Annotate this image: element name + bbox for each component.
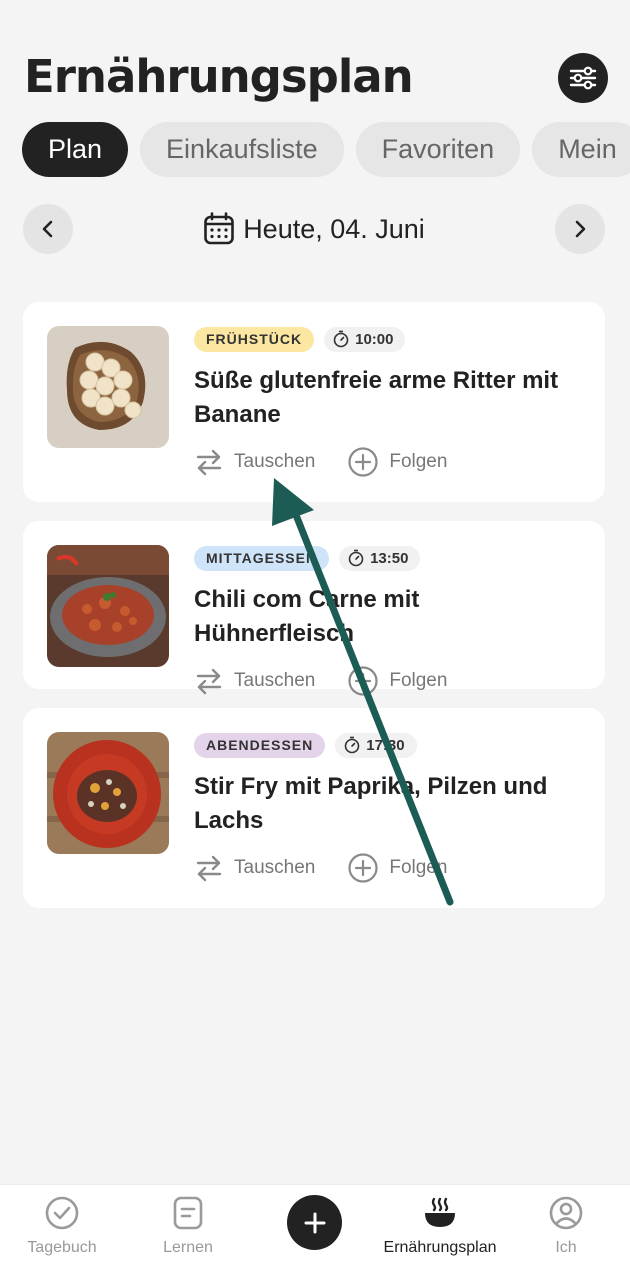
follow-button[interactable]: Folgen — [347, 446, 447, 478]
meal-image — [47, 326, 169, 448]
header: Ernährungsplan — [24, 48, 608, 108]
bowl-icon — [425, 1197, 455, 1227]
meal-image — [47, 545, 169, 667]
check-circle-icon — [45, 1196, 79, 1230]
meal-time-label: 10:00 — [355, 330, 394, 348]
meal-time: 17:30 — [335, 732, 417, 758]
document-icon — [173, 1196, 203, 1230]
swap-button[interactable]: Tauschen — [194, 852, 315, 884]
meal-title: Stir Fry mit Paprika, Pilzen und Lachs — [194, 773, 548, 834]
date-navigation: Heute, 04. Juni — [23, 204, 605, 254]
meal-title: Chili com Carne mit Hühnerfleisch — [194, 586, 420, 647]
add-button[interactable] — [287, 1195, 342, 1250]
swap-label: Tauschen — [234, 857, 316, 878]
previous-day-button[interactable] — [23, 204, 73, 254]
meal-card-lunch[interactable]: MITTAGESSEN 13:50 Chili com Carne mit Hü… — [23, 521, 605, 696]
follow-label: Folgen — [389, 451, 448, 472]
swap-icon — [196, 668, 222, 695]
plus-icon — [304, 1212, 325, 1233]
page-title: Ernährungsplan — [24, 50, 414, 103]
sliders-icon — [569, 66, 597, 90]
tab-einkaufsliste[interactable]: Einkaufsliste — [140, 122, 344, 177]
stopwatch-icon — [348, 549, 364, 567]
meal-card-dinner[interactable]: ABENDESSEN 17:30 Stir Fry mit Paprika, P… — [23, 708, 605, 908]
plus-circle-icon — [348, 666, 378, 696]
profile-icon — [549, 1196, 583, 1230]
calendar-icon — [204, 212, 234, 245]
tab-mein[interactable]: Mein — [532, 122, 630, 177]
chevron-right-icon — [575, 220, 586, 238]
nav-label: Ernährungsplan — [383, 1239, 497, 1256]
meal-type-badge: MITTAGESSEN — [194, 545, 330, 571]
nav-tagebuch[interactable]: Tagebuch — [0, 1195, 125, 1257]
follow-button[interactable]: Folgen — [347, 665, 447, 697]
stopwatch-icon — [333, 330, 349, 348]
meal-time: 13:50 — [339, 545, 421, 571]
swap-button[interactable]: Tauschen — [194, 446, 315, 478]
nav-label: Lernen — [163, 1239, 213, 1256]
swap-icon — [196, 449, 222, 476]
bottom-navigation: Tagebuch Lernen Ernährungsplan Ich — [0, 1184, 630, 1280]
plus-circle-icon — [348, 447, 378, 477]
tab-plan[interactable]: Plan — [22, 122, 129, 177]
swap-label: Tauschen — [234, 451, 316, 472]
date-display[interactable]: Heute, 04. Juni — [23, 204, 605, 254]
meal-time-label: 13:50 — [370, 549, 409, 567]
nav-lernen[interactable]: Lernen — [125, 1195, 251, 1257]
meal-title: Süße glutenfreie arme Ritter mit Banane — [194, 367, 559, 428]
swap-button[interactable]: Tauschen — [194, 665, 315, 697]
tab-bar: Plan Einkaufsliste Favoriten Mein — [22, 122, 630, 177]
nav-ernaehrungsplan[interactable]: Ernährungsplan — [377, 1195, 503, 1257]
follow-button[interactable]: Folgen — [347, 852, 447, 884]
tab-favoriten[interactable]: Favoriten — [355, 122, 521, 177]
nav-label: Tagebuch — [27, 1239, 97, 1256]
follow-label: Folgen — [389, 670, 448, 691]
nav-label: Ich — [555, 1239, 577, 1256]
next-day-button[interactable] — [555, 204, 605, 254]
follow-label: Folgen — [389, 857, 448, 878]
nav-ich[interactable]: Ich — [503, 1195, 629, 1257]
meal-image — [47, 732, 169, 854]
meal-card-breakfast[interactable]: FRÜHSTÜCK 10:00 Süße glutenfreie arme Ri… — [23, 302, 605, 502]
meal-type-badge: ABENDESSEN — [194, 732, 326, 758]
date-label: Heute, 04. Juni — [243, 213, 425, 244]
swap-icon — [196, 855, 222, 882]
plus-circle-icon — [348, 853, 378, 883]
chevron-left-icon — [42, 220, 53, 238]
meal-time-label: 17:30 — [366, 736, 405, 754]
swap-label: Tauschen — [234, 670, 316, 691]
filter-button[interactable] — [558, 53, 608, 103]
stopwatch-icon — [344, 736, 360, 754]
meal-type-badge: FRÜHSTÜCK — [194, 326, 315, 352]
meal-time: 10:00 — [324, 326, 406, 352]
